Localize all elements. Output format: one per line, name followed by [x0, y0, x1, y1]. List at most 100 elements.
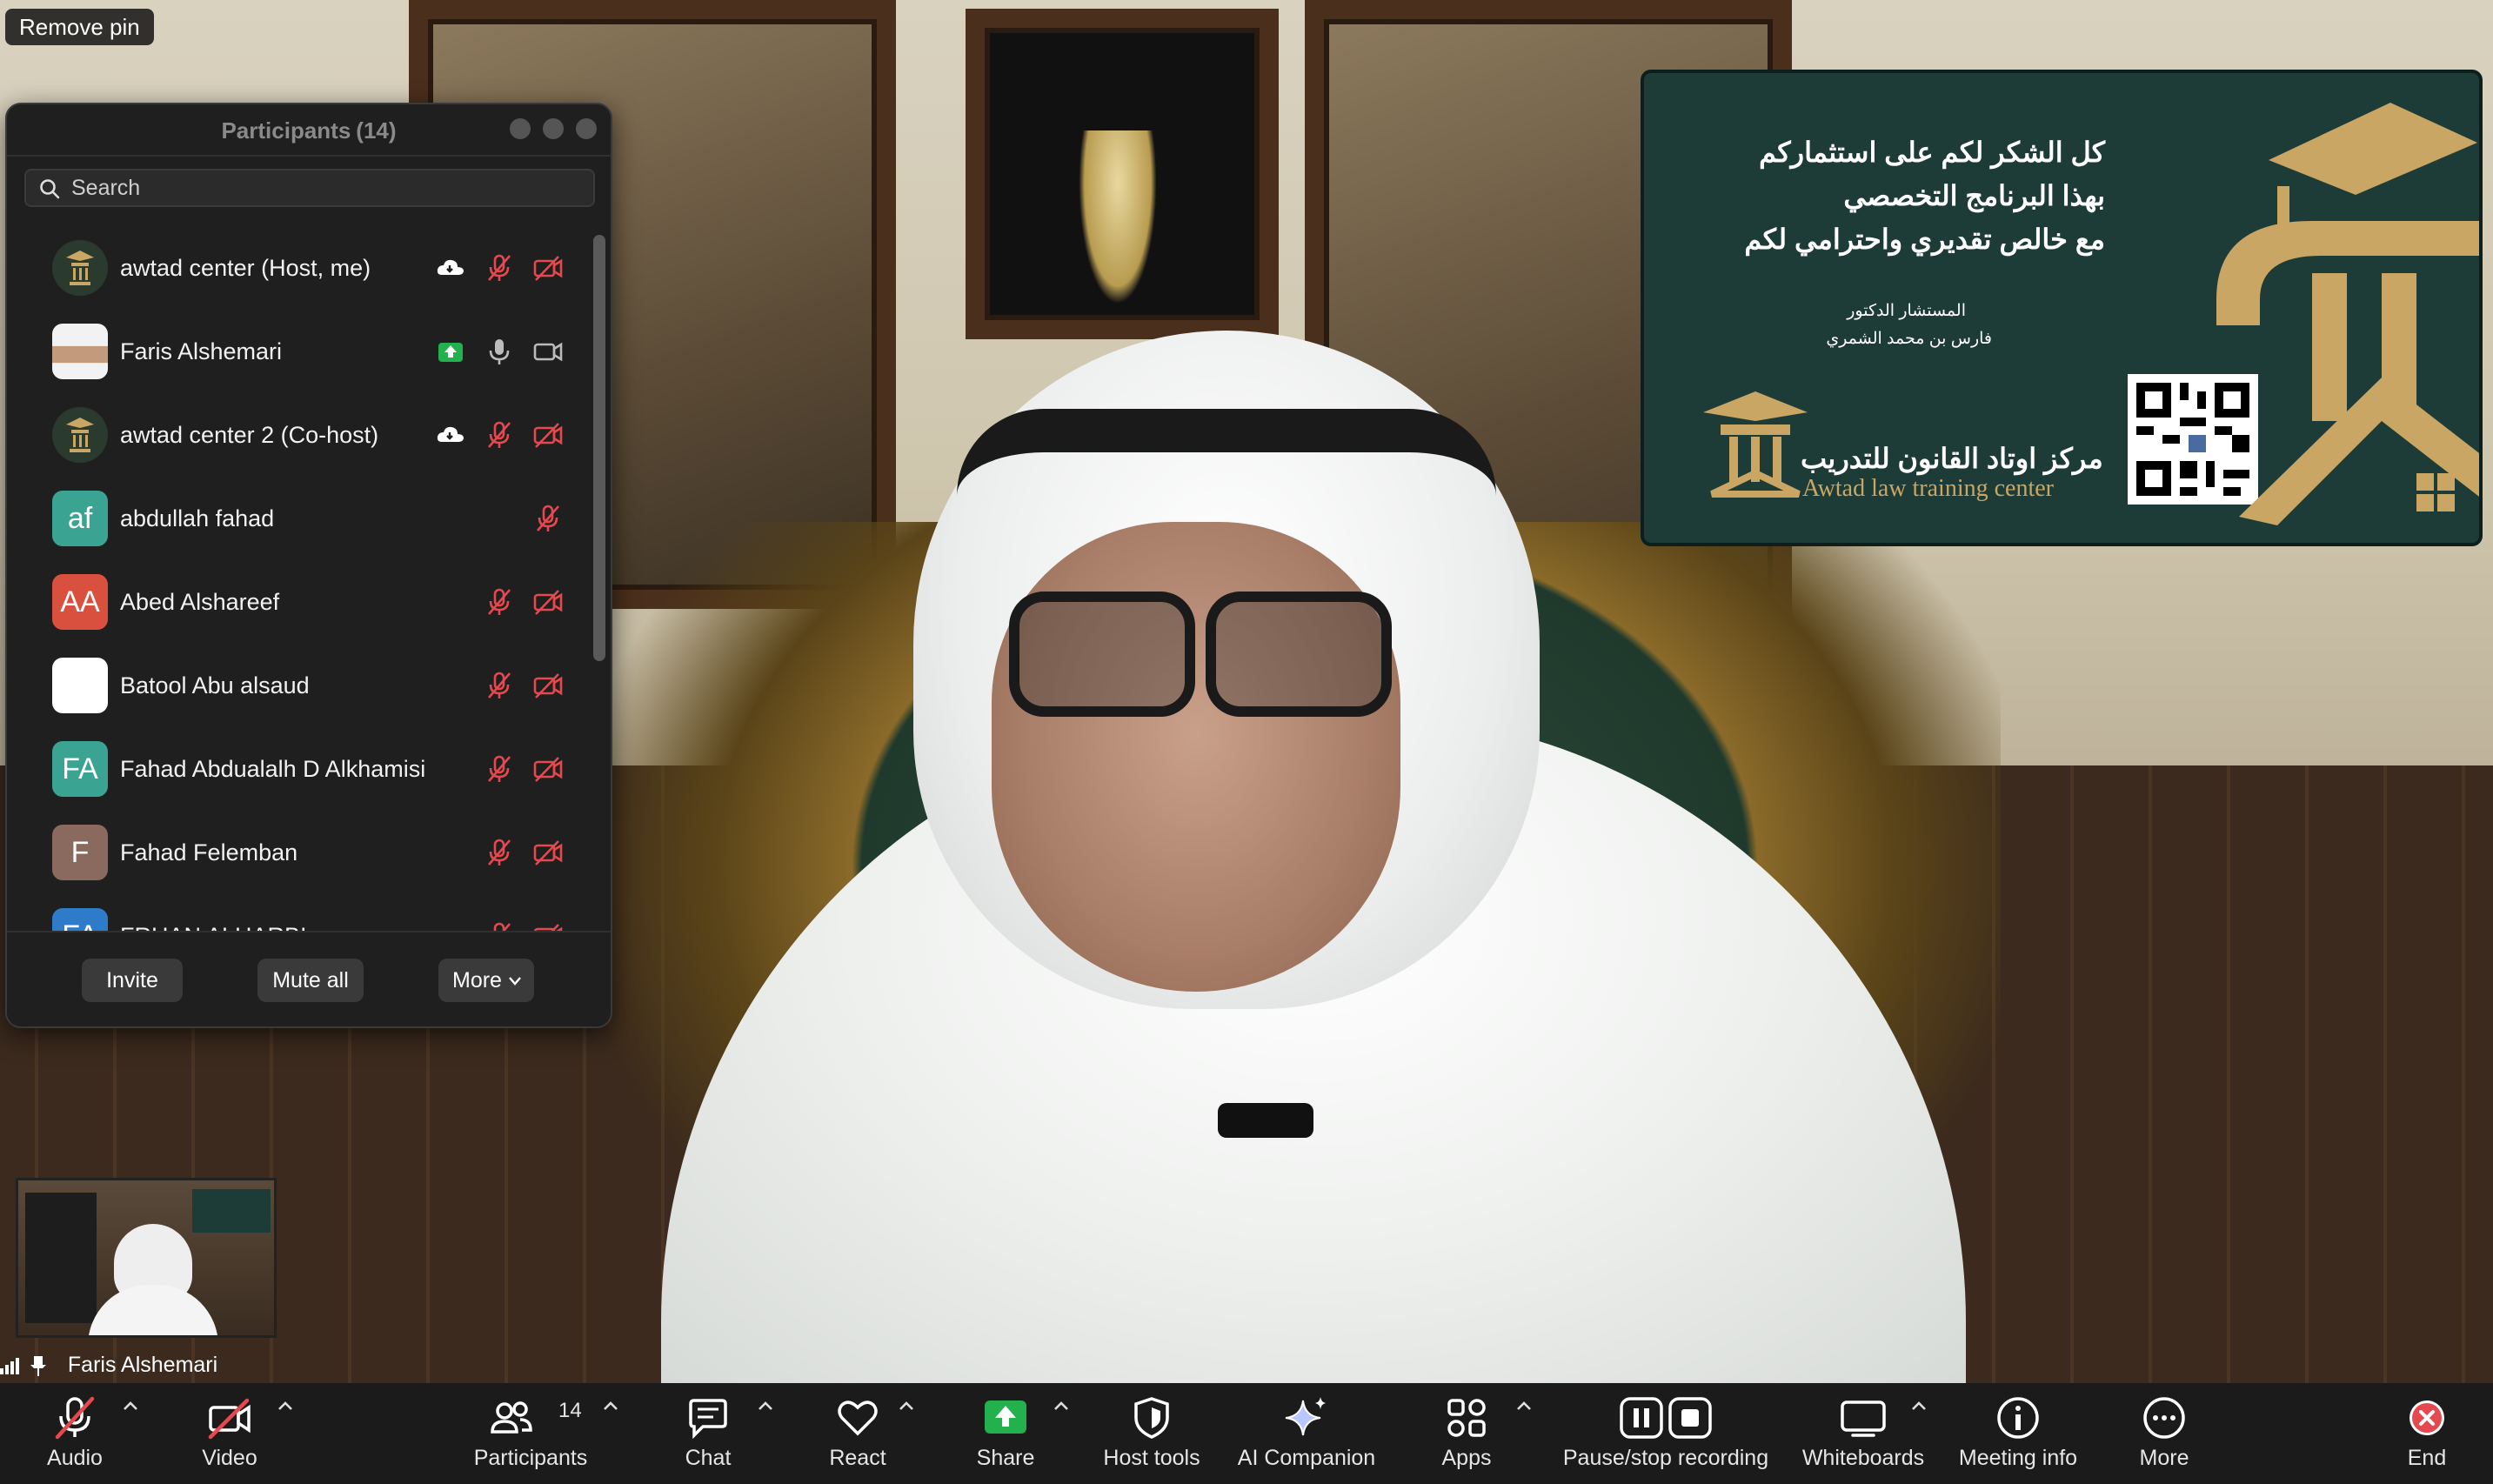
whiteboards-options-caret-icon[interactable] — [1908, 1395, 1929, 1416]
search-input[interactable] — [71, 170, 576, 205]
more-dots-icon — [2143, 1397, 2185, 1439]
video-off-icon — [208, 1398, 251, 1440]
share-button[interactable]: Share — [966, 1383, 1046, 1484]
slide-org-english: Awtad law training center — [1802, 475, 2054, 502]
participant-row[interactable]: awtad center (Host, me) — [7, 226, 592, 310]
self-view-name-tag: Faris Alshemari — [0, 1350, 217, 1380]
meeting-toolbar: Audio Video 14 Participants Chat React S… — [0, 1383, 2493, 1484]
heart-icon — [838, 1400, 878, 1436]
more-button[interactable]: More — [438, 959, 534, 1002]
participant-row[interactable]: AA Abed Alshareef — [7, 560, 592, 644]
slide-small-logo-icon — [1703, 391, 1808, 498]
sparkle-icon — [1285, 1397, 1326, 1436]
participant-row[interactable]: af abdullah fahad — [7, 477, 592, 560]
video-options-caret-icon[interactable] — [275, 1395, 296, 1416]
react-label: React — [829, 1446, 886, 1470]
react-options-caret-icon[interactable] — [896, 1395, 917, 1416]
participant-avatar: af — [52, 491, 108, 546]
participants-panel[interactable]: Participants(14) awtad center (Host, me)… — [5, 103, 612, 1028]
recording-button[interactable]: Pause/stop recording — [1563, 1383, 1768, 1484]
meeting-info-label: Meeting info — [1958, 1446, 2078, 1470]
self-view-slide-preview — [192, 1189, 271, 1233]
participant-avatar — [52, 658, 108, 713]
video-off-icon — [532, 586, 564, 618]
host-tools-button[interactable]: Host tools — [1103, 1383, 1200, 1484]
lapel-mic — [1218, 1103, 1313, 1138]
participant-name: Fahad Felemban — [120, 839, 298, 866]
justice-statue — [1079, 130, 1157, 304]
apps-label: Apps — [1441, 1446, 1492, 1470]
muted-mic-icon — [484, 586, 515, 618]
info-icon — [1997, 1397, 2039, 1439]
participant-row[interactable]: FA Fahad Abdualalh D Alkhamisi — [7, 727, 592, 811]
pin-icon — [30, 1356, 46, 1377]
panel-window-button-2[interactable] — [543, 118, 564, 139]
ai-companion-label: AI Companion — [1237, 1446, 1376, 1470]
ai-companion-button[interactable]: AI Companion — [1238, 1383, 1375, 1484]
muted-mic-icon — [484, 753, 515, 785]
audio-button[interactable]: Audio — [35, 1383, 115, 1484]
participant-avatar — [52, 324, 108, 379]
participants-list[interactable]: awtad center (Host, me) Faris Alshemari aw… — [7, 226, 592, 939]
camera-icon — [532, 336, 564, 367]
remove-pin-button[interactable]: Remove pin — [5, 9, 154, 45]
signal-strength-icon — [0, 1358, 19, 1375]
mute-all-button[interactable]: Mute all — [257, 959, 364, 1002]
participants-titlebar[interactable]: Participants (14) — [7, 104, 611, 157]
chevron-down-icon — [509, 977, 521, 986]
share-screen-icon — [985, 1400, 1026, 1434]
participant-name: Batool Abu alsaud — [120, 672, 310, 699]
chat-button[interactable]: Chat — [668, 1383, 748, 1484]
panel-window-button-1[interactable] — [510, 118, 531, 139]
participants-footer: Invite Mute all More — [7, 931, 611, 1026]
participants-scroll-thumb[interactable] — [593, 235, 605, 661]
pause-stop-recording-icon — [1620, 1397, 1712, 1439]
share-options-caret-icon[interactable] — [1051, 1395, 1072, 1416]
apps-options-caret-icon[interactable] — [1514, 1395, 1534, 1416]
recording-label: Pause/stop recording — [1562, 1446, 1769, 1470]
video-off-icon — [532, 753, 564, 785]
video-label: Video — [202, 1446, 257, 1470]
chat-options-caret-icon[interactable] — [755, 1395, 776, 1416]
muted-mic-icon — [532, 503, 564, 534]
speaker-glasses — [1009, 592, 1392, 717]
participant-name: abdullah fahad — [120, 505, 275, 531]
meeting-info-button[interactable]: Meeting info — [1959, 1383, 2077, 1484]
muted-microphone-icon — [55, 1396, 95, 1440]
whiteboard-icon — [1841, 1400, 1886, 1437]
participant-avatar: F — [52, 825, 108, 880]
participants-button[interactable]: 14 Participants — [470, 1383, 592, 1484]
panel-window-button-3[interactable] — [576, 118, 597, 139]
participant-row[interactable]: Batool Abu alsaud — [7, 644, 592, 727]
chat-icon — [689, 1399, 727, 1440]
muted-mic-icon — [484, 670, 515, 701]
participant-row[interactable]: F Fahad Felemban — [7, 811, 592, 894]
react-button[interactable]: React — [818, 1383, 898, 1484]
cloud-record-icon — [435, 419, 466, 451]
participant-row[interactable]: awtad center 2 (Co-host) — [7, 393, 592, 477]
video-off-icon — [532, 837, 564, 868]
end-call-icon — [2409, 1400, 2444, 1435]
more-toolbar-button[interactable]: More — [2124, 1383, 2204, 1484]
audio-label: Audio — [47, 1446, 103, 1470]
muted-mic-icon — [484, 419, 515, 451]
self-view-thumbnail[interactable] — [16, 1178, 277, 1338]
end-meeting-button[interactable]: End — [2387, 1383, 2467, 1484]
participant-name: awtad center (Host, me) — [120, 255, 371, 281]
shield-icon — [1134, 1397, 1169, 1439]
cloud-record-icon — [435, 252, 466, 284]
participants-search[interactable] — [24, 169, 595, 207]
whiteboards-button[interactable]: Whiteboards — [1802, 1383, 1924, 1484]
apps-button[interactable]: Apps — [1427, 1383, 1507, 1484]
video-button[interactable]: Video — [190, 1383, 270, 1484]
whiteboards-label: Whiteboards — [1801, 1446, 1925, 1470]
invite-button[interactable]: Invite — [82, 959, 183, 1002]
slide-line-1: كل الشكر لكم على استثماركم — [1759, 137, 2105, 168]
self-view-robe — [88, 1285, 218, 1335]
self-view-panel-preview — [25, 1193, 97, 1323]
audio-options-caret-icon[interactable] — [120, 1395, 141, 1416]
participant-row[interactable]: Faris Alshemari — [7, 310, 592, 393]
participants-options-caret-icon[interactable] — [600, 1395, 621, 1416]
video-off-icon — [532, 419, 564, 451]
muted-mic-icon — [484, 837, 515, 868]
